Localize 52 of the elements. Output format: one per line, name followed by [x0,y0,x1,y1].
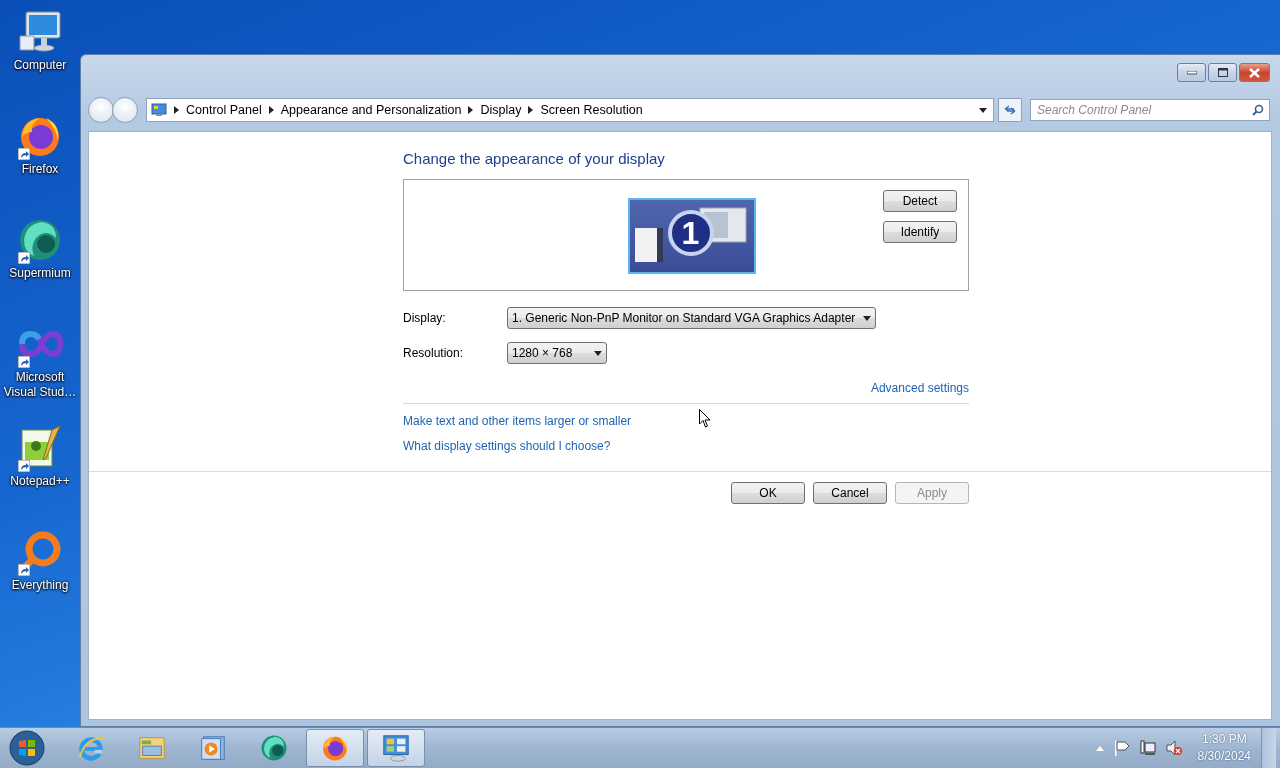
panel-button[interactable]: Detect [883,190,957,212]
field-label: Resolution: [403,346,465,360]
taskbar-app-button[interactable] [306,729,364,767]
chevron-right-icon [468,106,474,114]
flag-icon[interactable] [1113,740,1130,756]
minimize-icon [1186,70,1197,75]
muted-speaker-icon[interactable] [1165,740,1182,756]
chevron-right-icon [174,106,179,114]
address-bar[interactable]: Control Panel Appearance and Personalization Display Screen Resolution [146,98,994,122]
taskbar-app-button[interactable] [367,729,425,767]
desktop-icon-label[interactable]: Computer [2,58,78,73]
control-panel-icon [151,103,167,117]
media-player-icon [198,733,228,763]
field-label: Display: [403,311,447,325]
chevron-right-icon [528,106,534,114]
help-link[interactable]: Make text and other items larger or smaller [403,414,632,428]
desktop-icon-label[interactable]: Supermium [2,266,78,281]
network-icon[interactable] [1139,740,1156,756]
caret-icon [863,315,872,321]
breadcrumb-item[interactable]: Appearance and Personalization [280,103,462,117]
dialog-button[interactable]: OK [731,482,805,504]
back-button[interactable] [88,97,114,123]
breadcrumb-item[interactable]: Control Panel [186,103,262,117]
breadcrumb-item[interactable]: Display [480,103,522,117]
maximize-icon [1217,68,1228,77]
desktop-icon-label[interactable]: Notepad++ [2,474,78,489]
page-heading: Change the appearance of your display [403,150,666,167]
control-panel-icon [381,733,411,763]
close-button[interactable] [1239,63,1270,82]
desktop-icon-label[interactable]: Microsoft Visual Stud… [2,370,78,400]
forward-button[interactable] [112,97,138,123]
dropdown-arrow-icon[interactable] [979,107,987,113]
mouse-pointer-icon [699,409,711,428]
refresh-button[interactable] [998,98,1022,122]
refresh-icon [1004,104,1016,116]
dropdown[interactable]: 1280 × 768 [507,342,608,364]
caret-icon [594,350,603,356]
advanced-settings-link[interactable]: Advanced settings [870,381,969,395]
dropdown[interactable]: 1. Generic Non-PnP Monitor on Standard VGA Graphics Adapter [507,307,877,329]
orb-icon [259,733,289,763]
search-field[interactable]: Search Control Panel [1030,99,1270,121]
desktop-icon-label[interactable]: Everything [2,578,78,593]
desktop-icon-label[interactable]: Firefox [2,162,78,177]
monitor-preview[interactable]: 1 [627,198,756,274]
chevron-right-icon [268,106,274,114]
maximize-button[interactable] [1208,63,1237,82]
breadcrumb-item[interactable]: Screen Resolution [540,103,643,117]
panel-button[interactable]: Identify [883,221,957,243]
search-icon [1252,104,1264,116]
dialog-button[interactable]: Cancel [813,482,887,504]
close-icon [1249,67,1260,78]
help-link[interactable]: What display settings should I choose? [403,439,611,453]
